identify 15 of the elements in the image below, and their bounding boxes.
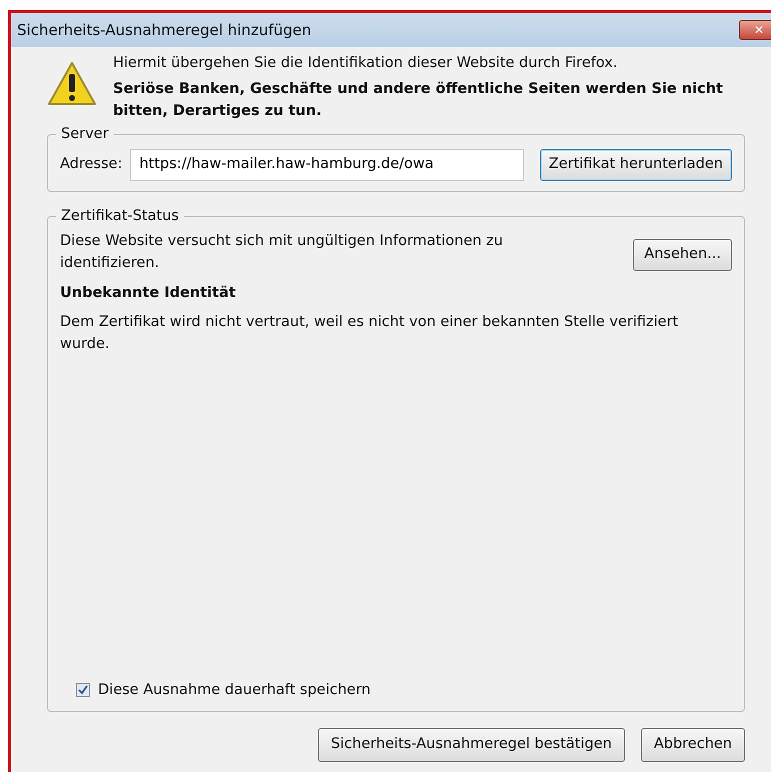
checkbox[interactable] [76,683,90,698]
confirm-button[interactable]: Sicherheits-Ausnahmeregel bestätigen [318,728,625,762]
view-button[interactable]: Ansehen... [633,239,732,271]
field-label: Adresse: [60,155,122,174]
warning-icon [47,61,97,107]
status-detail: Dem Zertifikat wird nicht vertraut, weil es nicht von einer bekannten Stelle verifiziert wurde. [60,313,680,354]
address-field[interactable]: https://haw-mailer.haw-hamburg.de/owa [130,149,524,181]
window-title: Sicherheits-Ausnahmeregel hinzufügen [17,20,312,41]
download-certificate-button[interactable]: Zertifikat herunterladen [540,149,732,181]
status-heading: Unbekannte Identität [60,284,237,302]
warning-text: Seriöse Banken, Geschäfte und andere öffentliche Seiten werden Sie nicht bitten, Derartiges zu tun. [113,80,724,120]
cancel-button[interactable]: Abbrechen [640,728,745,762]
checkbox-label: Diese Ausnahme dauerhaft speichern [98,680,371,700]
warning-text: Hiermit übergehen Sie die Identifikation dieser Website durch Firefox. [113,54,618,73]
status-text: Diese Website versucht sich mit ungültigen Informationen zu identifizieren. [60,232,504,273]
